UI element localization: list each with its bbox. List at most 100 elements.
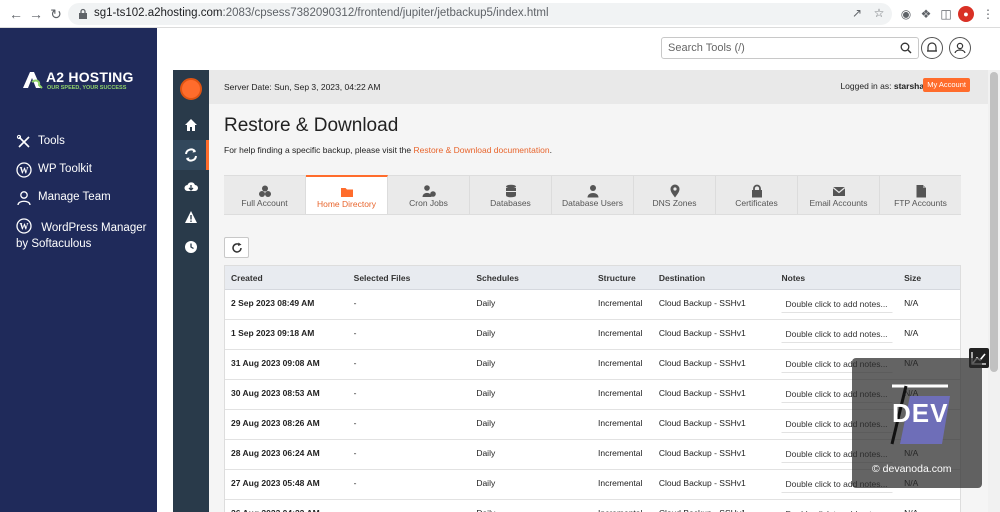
refresh-icon (232, 242, 242, 253)
cloud-download-icon[interactable] (173, 172, 209, 202)
tab-cron-jobs[interactable]: Cron Jobs (388, 176, 470, 214)
table-cell: Incremental (592, 500, 653, 512)
column-header[interactable]: Destination (653, 266, 776, 289)
table-row[interactable]: 31 Aug 2023 09:08 AM - Daily Incremental Clo… (225, 350, 960, 380)
search-tools-input[interactable]: Search Tools (/) (661, 37, 919, 59)
table-cell: 27 Aug 2023 05:48 AM (231, 478, 320, 488)
a2-brand-title: A2 HOSTING (46, 69, 134, 85)
table-cell: Daily (476, 388, 496, 398)
column-header[interactable]: Created (225, 266, 348, 289)
notes-field[interactable]: Double click to add notes... (781, 505, 894, 512)
db-user-icon (587, 185, 598, 198)
refresh-button[interactable] (224, 237, 249, 258)
table-cell: Incremental (597, 448, 643, 458)
a2-menu-wordpress-manager[interactable]: W WordPress Manager by Softaculous (16, 218, 151, 252)
help-text: For help finding a specific backup, plea… (224, 145, 552, 155)
column-header[interactable]: Selected Files (348, 266, 471, 289)
lock-icon (751, 184, 762, 198)
logged-in-as: Logged in as: starshar | (840, 81, 932, 91)
table-row[interactable]: 29 Aug 2023 08:26 AM - Daily Incremental Clo… (225, 410, 960, 440)
forward-arrow-icon[interactable]: → (28, 6, 44, 22)
scrollbar-thumb[interactable] (990, 72, 998, 372)
jetbackup-logo-icon[interactable] (180, 78, 202, 100)
table-cell: Cloud Backup - SSHv1 (658, 328, 746, 338)
warning-icon[interactable] (173, 202, 209, 232)
file-icon (916, 185, 926, 198)
map-pin-icon (670, 184, 679, 198)
column-header[interactable]: Size (898, 266, 960, 289)
a2-menu-tools[interactable]: Tools (16, 134, 151, 150)
table-cell: Daily (476, 298, 496, 308)
table-row[interactable]: 26 Aug 2023 04:22 AM-DailyIncrementalClo… (225, 500, 960, 512)
tab-databases[interactable]: Databases (470, 176, 552, 214)
table-cell: - (353, 298, 357, 308)
bookmark-star-icon[interactable]: ☆ (872, 6, 886, 20)
tools-icon (16, 134, 30, 148)
search-icon[interactable] (900, 42, 912, 54)
column-header[interactable]: Schedules (470, 266, 592, 289)
tab-label: Email Accounts (809, 198, 868, 208)
table-row[interactable]: 27 Aug 2023 05:48 AM - Daily Incremental Clo… (225, 470, 960, 500)
reload-icon[interactable]: ↻ (48, 6, 64, 22)
team-icon (17, 191, 31, 206)
dev-logo-text: DEV (892, 398, 949, 428)
table-cell: - (353, 418, 357, 428)
server-date: Server Date: Sun, Sep 3, 2023, 04:22 AM (224, 82, 381, 92)
tab-full-account[interactable]: Full Account (224, 176, 306, 214)
backups-table: Created Selected Files Schedules Structu… (224, 265, 961, 512)
notifications-bell-icon[interactable] (921, 37, 943, 59)
cpanel-icon-rail (173, 70, 209, 512)
back-arrow-icon[interactable]: ← (8, 6, 24, 22)
url-text: sg1-ts102.a2hosting.com:2083/cpsess73820… (94, 7, 549, 19)
table-cell: 26 Aug 2023 04:22 AM (225, 500, 348, 512)
table-row[interactable]: 30 Aug 2023 08:53 AM - Daily Incremental Clo… (225, 380, 960, 410)
a2-menu-wp-toolkit[interactable]: W WP Toolkit (16, 162, 151, 178)
table-cell: Daily (476, 328, 496, 338)
sidepanel-icon[interactable]: ◫ (938, 6, 954, 22)
user-account-icon[interactable] (949, 37, 971, 59)
camera-icon[interactable]: ◉ (898, 6, 914, 22)
table-row[interactable]: 1 Sep 2023 09:18 AM - Daily Incremental Clou… (225, 320, 960, 350)
table-row[interactable]: 2 Sep 2023 08:49 AM - Daily Incremental Clou… (225, 290, 960, 320)
tab-certificates[interactable]: Certificates (716, 176, 798, 214)
clock-icon[interactable] (173, 232, 209, 262)
tab-email-accounts[interactable]: Email Accounts (798, 176, 880, 214)
browser-menu-icon[interactable]: ⋮ (980, 6, 996, 22)
home-icon[interactable] (173, 110, 209, 140)
table-cell: Double click to add notes... (775, 290, 898, 319)
table-cell: 29 Aug 2023 08:26 AM (231, 418, 320, 428)
table-cell: Incremental (597, 298, 643, 308)
a2-menu-label: WordPress Manager by Softaculous (16, 222, 147, 250)
a2-menu-manage-team[interactable]: Manage Team (16, 190, 151, 206)
share-icon[interactable]: ↗ (850, 6, 864, 20)
tab-label: Cron Jobs (409, 198, 448, 208)
column-header[interactable]: Structure (592, 266, 653, 289)
scrollbar[interactable] (988, 70, 1000, 512)
tab-database-users[interactable]: Database Users (552, 176, 634, 214)
help-text-end: . (549, 145, 552, 155)
profile-avatar-icon[interactable]: ● (958, 6, 974, 22)
restore-sync-icon[interactable] (173, 140, 209, 170)
table-cell: 31 Aug 2023 09:08 AM (231, 358, 320, 368)
page-title: Restore & Download (224, 115, 399, 136)
table-cell: 1 Sep 2023 09:18 AM (231, 328, 315, 338)
notes-field[interactable]: Double click to add notes... (781, 295, 894, 313)
table-cell: Cloud Backup - SSHv1 (658, 418, 746, 428)
notes-field[interactable]: Double click to add notes... (781, 325, 894, 343)
a2-menu: Tools W WP Toolkit Manage Team W WordPre… (16, 134, 151, 264)
table-cell: 28 Aug 2023 06:24 AM (231, 448, 320, 458)
tab-label: Database Users (562, 198, 623, 208)
extensions-puzzle-icon[interactable]: ❖ (918, 6, 934, 22)
address-bar[interactable]: sg1-ts102.a2hosting.com:2083/cpsess73820… (68, 3, 892, 25)
documentation-link[interactable]: Restore & Download documentation (413, 145, 549, 155)
column-header[interactable]: Notes (775, 266, 898, 289)
tab-ftp-accounts[interactable]: FTP Accounts (880, 176, 961, 214)
tab-home-directory[interactable]: Home Directory (306, 175, 388, 214)
tab-dns-zones[interactable]: DNS Zones (634, 176, 716, 214)
table-cell: - (348, 500, 471, 512)
tab-label: Certificates (735, 198, 778, 208)
my-account-button[interactable]: My Account (923, 78, 970, 92)
table-row[interactable]: 28 Aug 2023 06:24 AM - Daily Incremental Clo… (225, 440, 960, 470)
table-cell: - (353, 328, 357, 338)
table-cell: Daily (470, 500, 592, 512)
